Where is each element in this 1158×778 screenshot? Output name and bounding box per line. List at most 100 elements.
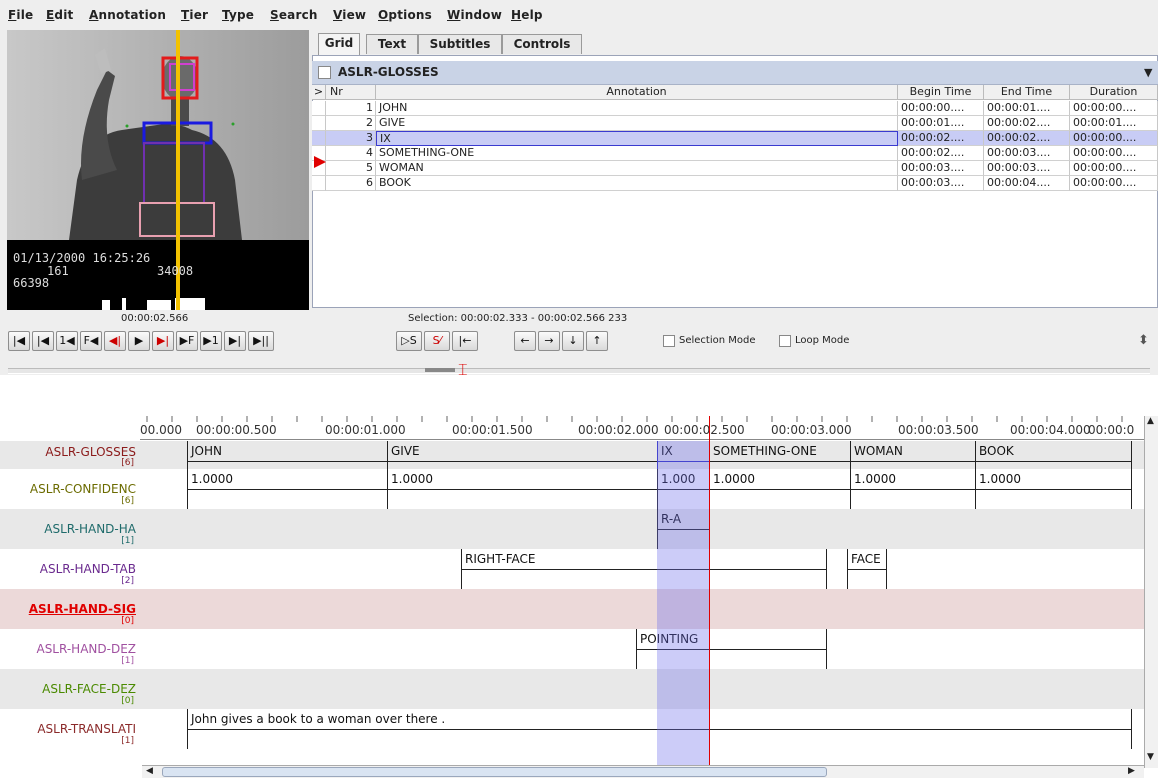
annotation[interactable]: FACE: [847, 549, 887, 589]
menu-edit[interactable]: Edit: [46, 8, 73, 22]
horizontal-scrollbar[interactable]: ◀ ▶: [142, 765, 1144, 778]
annotation-label: John gives a book to a woman over there …: [191, 712, 446, 726]
scroll-up-icon[interactable]: ▲: [1147, 416, 1154, 426]
annotation[interactable]: GIVE: [387, 441, 658, 469]
tier-label[interactable]: ASLR-CONFIDENC [6]: [0, 469, 140, 509]
tier-checkbox[interactable]: [318, 66, 331, 79]
table-row[interactable]: 1 JOHN 00:00:00.... 00:00:01.... 00:00:00...…: [312, 101, 1158, 116]
annotation[interactable]: RIGHT-FACE: [461, 549, 827, 589]
tier-label[interactable]: ASLR-GLOSSES [6]: [0, 441, 140, 469]
annotation[interactable]: 1.0000: [975, 469, 1132, 509]
cell-annotation[interactable]: SOMETHING-ONE: [376, 146, 898, 161]
cell-annotation[interactable]: IX: [376, 131, 898, 146]
next-f-button[interactable]: ▶F: [176, 331, 198, 351]
selection-mode-checkbox[interactable]: [663, 335, 675, 347]
table-row[interactable]: 5 WOMAN 00:00:03.... 00:00:03.... 00:00:00..…: [312, 161, 1158, 176]
menu-view[interactable]: View: [333, 8, 366, 22]
previous-frame-button[interactable]: 1◀: [56, 331, 78, 351]
next-second-button[interactable]: ▶|: [224, 331, 246, 351]
loop-mode-checkbox[interactable]: [779, 335, 791, 347]
tier-label[interactable]: ASLR-HAND-SIG [0]: [0, 589, 140, 629]
col-annotation[interactable]: Annotation: [376, 85, 898, 100]
tier-selector[interactable]: ASLR-GLOSSES ▼: [312, 61, 1158, 85]
scroll-right-icon[interactable]: ▶: [1128, 766, 1135, 776]
cell-begin: 00:00:01....: [898, 116, 984, 131]
tier-row[interactable]: ASLR-FACE-DEZ [0]: [0, 669, 1144, 709]
cell-annotation[interactable]: BOOK: [376, 176, 898, 191]
tier-name: ASLR-HAND-DEZ: [36, 642, 136, 656]
annotation-label: GIVE: [391, 444, 420, 458]
chevron-down-icon[interactable]: ▼: [1144, 66, 1152, 79]
row-marker: [312, 176, 326, 191]
cell-annotation[interactable]: JOHN: [376, 101, 898, 116]
scroll-left-icon[interactable]: ◀: [146, 766, 153, 776]
menu-options[interactable]: Options: [378, 8, 432, 22]
tier-row[interactable]: ASLR-CONFIDENC [6] 1.0000 1.0000 1.000 1.0000…: [0, 469, 1144, 509]
right-arrow-button[interactable]: →: [538, 331, 560, 351]
play-selection-button[interactable]: ▷S: [396, 331, 422, 351]
col-end-time[interactable]: End Time: [984, 85, 1070, 100]
annotation-line: [188, 489, 387, 490]
tier-label[interactable]: ASLR-HAND-DEZ [1]: [0, 629, 140, 669]
annotation[interactable]: 1.0000: [387, 469, 658, 509]
menu-help[interactable]: Help: [511, 8, 543, 22]
cell-annotation[interactable]: GIVE: [376, 116, 898, 131]
tier-row[interactable]: ASLR-HAND-SIG [0]: [0, 589, 1144, 629]
menu-file[interactable]: File: [8, 8, 33, 22]
tier-row[interactable]: ASLR-HAND-TAB [2] RIGHT-FACE FACE: [0, 549, 1144, 589]
next-frame-button[interactable]: ▶1: [200, 331, 222, 351]
ruler-tick-label: 00:00:00.500: [196, 423, 277, 437]
vertical-scrollbar[interactable]: ▲ ▼: [1144, 416, 1158, 768]
horizontal-scroll-thumb[interactable]: [162, 767, 827, 777]
menu-type[interactable]: Type: [222, 8, 254, 22]
tier-row[interactable]: ASLR-HAND-HA [1] R-A: [0, 509, 1144, 549]
table-row[interactable]: 4 SOMETHING-ONE 00:00:02.... 00:00:03.... 00…: [312, 146, 1158, 161]
go-to-end-button[interactable]: ▶||: [248, 331, 274, 351]
previous-f-button[interactable]: F◀: [80, 331, 102, 351]
menu-tier[interactable]: Tier: [181, 8, 208, 22]
video-viewer[interactable]: 01/13/2000 16:25:26 161 34008 66398: [7, 30, 309, 310]
tier-label[interactable]: ASLR-HAND-TAB [2]: [0, 549, 140, 589]
col-nr[interactable]: Nr: [326, 85, 376, 100]
tier-label[interactable]: ASLR-TRANSLATI [1]: [0, 709, 140, 749]
tier-row[interactable]: ASLR-GLOSSES [6] JOHN GIVE IX SOMETHING-ONE WO…: [0, 441, 1144, 469]
annotation[interactable]: JOHN: [187, 441, 388, 469]
tab-text[interactable]: Text: [366, 34, 418, 54]
selection-begin-button[interactable]: |←: [452, 331, 478, 351]
col-duration[interactable]: Duration: [1070, 85, 1158, 100]
overview-thumb[interactable]: [425, 368, 455, 372]
table-row[interactable]: 3 IX 00:00:02.... 00:00:02.... 00:00:00....: [312, 131, 1158, 146]
table-row[interactable]: 2 GIVE 00:00:01.... 00:00:02.... 00:00:01...…: [312, 116, 1158, 131]
menu-annotation[interactable]: Annotation: [89, 8, 166, 22]
annotation[interactable]: 1.0000: [850, 469, 976, 509]
annotation[interactable]: BOOK: [975, 441, 1132, 469]
annotation[interactable]: 1.0000: [187, 469, 388, 509]
tier-label[interactable]: ASLR-FACE-DEZ [0]: [0, 669, 140, 709]
tab-controls[interactable]: Controls: [502, 34, 582, 54]
clear-selection-button[interactable]: S⁄: [424, 331, 450, 351]
overview-track[interactable]: [8, 368, 1150, 374]
left-arrow-button[interactable]: ←: [514, 331, 536, 351]
tab-grid[interactable]: Grid: [318, 33, 360, 55]
menu-window[interactable]: Window: [447, 8, 502, 22]
table-row[interactable]: 6 BOOK 00:00:03.... 00:00:04.... 00:00:00...…: [312, 176, 1158, 191]
col-begin-time[interactable]: Begin Time: [898, 85, 984, 100]
annotation[interactable]: SOMETHING-ONE: [709, 441, 851, 469]
play-button[interactable]: ▶: [128, 331, 150, 351]
resize-arrows-icon[interactable]: ⬍: [1138, 333, 1149, 348]
tier-row[interactable]: ASLR-TRANSLATI [1] John gives a book to a …: [0, 709, 1144, 749]
tier-label[interactable]: ASLR-HAND-HA [1]: [0, 509, 140, 549]
menu-search[interactable]: Search: [270, 8, 318, 22]
down-arrow-button[interactable]: ↓: [562, 331, 584, 351]
tier-row[interactable]: ASLR-HAND-DEZ [1] POINTING: [0, 629, 1144, 669]
go-to-begin-button[interactable]: |◀: [8, 331, 30, 351]
previous-pixel-button[interactable]: ◀|: [104, 331, 126, 351]
scroll-down-icon[interactable]: ▼: [1147, 752, 1154, 762]
annotation[interactable]: 1.0000: [709, 469, 851, 509]
next-pixel-button[interactable]: ▶|: [152, 331, 174, 351]
cell-annotation[interactable]: WOMAN: [376, 161, 898, 176]
annotation[interactable]: WOMAN: [850, 441, 976, 469]
previous-second-button[interactable]: |◀: [32, 331, 54, 351]
tab-subtitles[interactable]: Subtitles: [418, 34, 502, 54]
up-arrow-button[interactable]: ↑: [586, 331, 608, 351]
